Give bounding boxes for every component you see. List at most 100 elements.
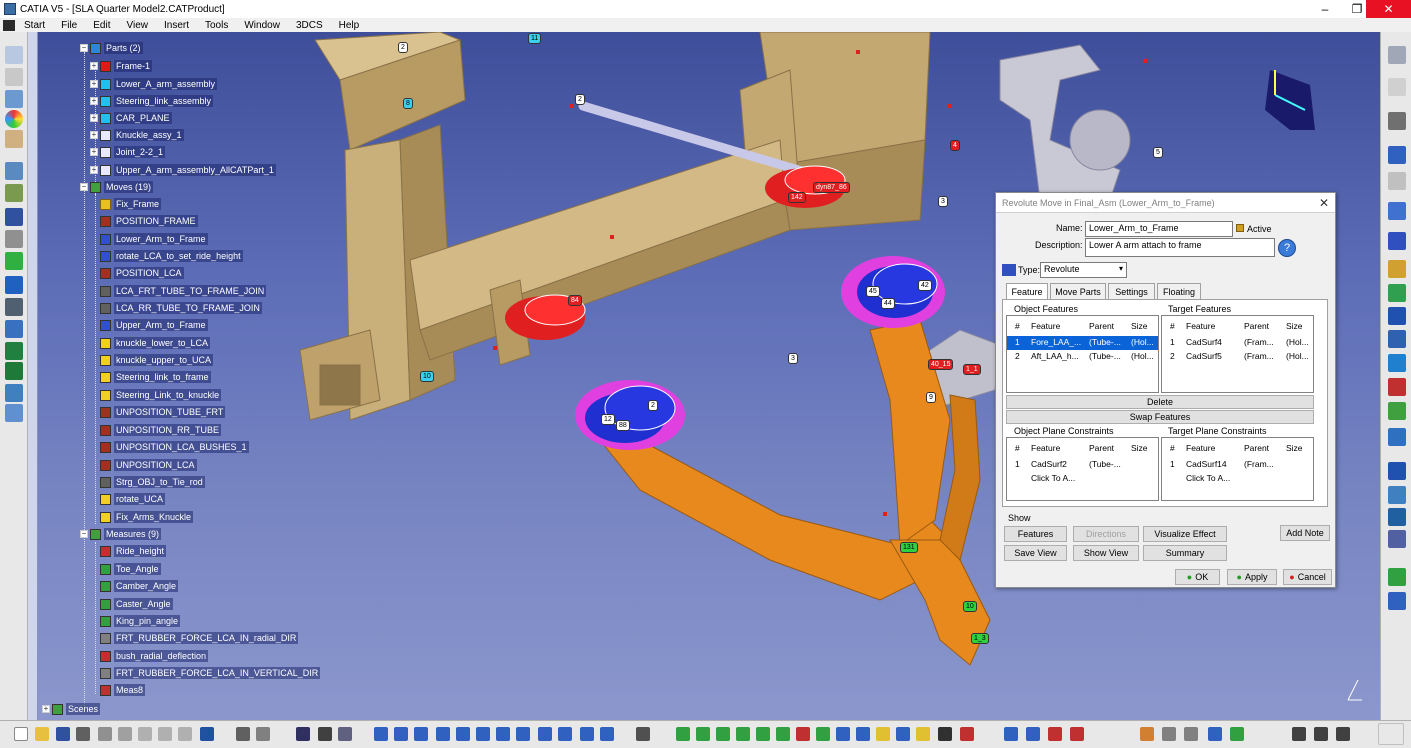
redo-icon[interactable] [178,727,192,741]
tree-tool-icon[interactable] [1388,402,1406,420]
list-row[interactable]: 2 Aft_LAA_h... (Tube-... (Hol... [1007,350,1158,364]
print-icon[interactable] [76,727,90,741]
sensor-icon[interactable] [636,727,650,741]
list-row[interactable]: 1 CadSurf2 (Tube-... [1007,458,1158,472]
pencil-icon[interactable] [1388,260,1406,278]
directions-button[interactable]: Directions [1073,526,1139,542]
tab-settings[interactable]: Settings [1108,283,1155,299]
3dcs-icon-g[interactable] [796,727,810,741]
product-icon[interactable] [5,90,23,108]
move-icon[interactable] [5,208,23,226]
tree-item-measure[interactable]: Toe_Angle [100,562,161,576]
collapse-toggle[interactable]: − [80,44,88,52]
tolerance-icon[interactable] [5,162,23,180]
iso-view-icon[interactable] [538,727,552,741]
annotation-tag[interactable]: 1_1 [963,364,981,375]
menu-file[interactable]: File [54,20,86,31]
tree-item-part[interactable]: + Steering_link_assembly [90,94,214,108]
expand-toggle[interactable]: + [90,131,98,139]
assembly-icon[interactable] [5,46,23,64]
annotation-tag[interactable]: 1_3 [971,633,989,644]
visualize-effect-button[interactable]: Visualize Effect [1143,526,1227,542]
object-features-list[interactable]: # Feature Parent Size 1 Fore_LAA_... (Tube-..… [1006,315,1159,393]
close-button[interactable]: ✕ [1366,0,1411,18]
annotation-tag[interactable]: 9 [926,392,936,403]
3dcs-icon-f[interactable] [776,727,790,741]
dialog-close-icon[interactable]: ✕ [1319,196,1329,210]
apply-button[interactable]: ● Apply [1227,569,1277,585]
ruler-icon[interactable] [5,298,23,316]
swap-features-button[interactable]: Swap Features [1006,410,1314,424]
macro-icon[interactable] [1292,727,1306,741]
network-icon[interactable] [5,404,23,422]
object-plane-list[interactable]: # Feature Parent Size 1 CadSurf2 (Tube-... Cl… [1006,437,1159,501]
list-row[interactable]: Click To A... [1007,472,1158,486]
tree-item-measure[interactable]: King_pin_angle [100,614,181,628]
vector-icon[interactable] [1388,354,1406,372]
minimize-button[interactable]: – [1310,0,1340,18]
3dcs-icon-e[interactable] [756,727,770,741]
chart-icon[interactable] [1388,508,1406,526]
3dcs-icon-i[interactable] [836,727,850,741]
part-icon[interactable] [5,130,23,148]
save-icon[interactable] [56,727,70,741]
tree-item-measure[interactable]: Caster_Angle [100,597,173,611]
camera-icon[interactable] [338,727,352,741]
annotation-tag[interactable]: 3 [938,196,948,207]
tab-move-parts[interactable]: Move Parts [1050,283,1106,299]
fly-icon[interactable] [374,727,388,741]
compass-icon[interactable] [1388,112,1406,130]
tree-node-moves[interactable]: − Moves (19) [80,180,154,194]
description-field[interactable]: Lower A arm attach to frame [1085,238,1275,257]
gear-icon[interactable] [1162,727,1176,741]
knowledge-icon[interactable] [1314,727,1328,741]
tree-item-move[interactable]: UNPOSITION_TUBE_FRT [100,405,226,419]
matrix-icon[interactable] [1388,530,1406,548]
annotation-tag[interactable]: 40_15 [928,359,954,370]
collapse-toggle[interactable]: − [80,183,88,191]
3dcs-icon-k[interactable] [876,727,890,741]
tree-node-scenes[interactable]: + Scenes [42,702,101,716]
tree-item-move[interactable]: Steering_Link_to_knuckle [100,388,222,402]
annotation-tag[interactable]: 5 [1153,147,1163,158]
measure-tool-icon[interactable] [1004,727,1018,741]
ok-button[interactable]: ● OK [1175,569,1220,585]
expand-toggle[interactable]: + [90,114,98,122]
menu-edit[interactable]: Edit [86,20,119,31]
menu-start[interactable]: Start [17,20,54,31]
material-icon[interactable] [1140,727,1154,741]
target-plane-list[interactable]: # Feature Parent Size 1 CadSurf14 (Fram... Cl… [1161,437,1314,501]
3dcs-icon-c[interactable] [716,727,730,741]
tree-item-part[interactable]: + Knuckle_assy_1 [90,128,184,142]
tree-item-move[interactable]: knuckle_upper_to_UCA [100,353,214,367]
tree-item-measure[interactable]: Camber_Angle [100,579,179,593]
delete-button[interactable]: Delete [1006,395,1314,409]
annotation-tag[interactable]: 84 [568,295,582,306]
annotation-tag[interactable]: dyn87_86 [813,182,850,193]
add-note-button[interactable]: Add Note [1280,525,1330,541]
tree-item-move[interactable]: UNPOSITION_LCA [100,458,197,472]
normal-view-icon[interactable] [496,727,510,741]
tree-item-move[interactable]: rotate_UCA [100,492,166,506]
annotation-tag[interactable]: 2 [648,400,658,411]
tree-item-move[interactable]: Lower_Arm_to_Frame [100,232,208,246]
layer-icon[interactable] [1208,727,1222,741]
tree-item-measure[interactable]: FRT_RUBBER_FORCE_LCA_IN_radial_DIR [100,631,299,645]
name-field[interactable]: Lower_Arm_to_Frame [1085,221,1233,237]
tree-item-move[interactable]: rotate_LCA_to_set_ride_height [100,249,243,263]
tree-item-move[interactable]: UNPOSITION_RR_TUBE [100,423,222,437]
active-checkbox[interactable] [1236,224,1244,232]
select-arrow-icon[interactable] [1388,78,1406,96]
rotate-tool-icon[interactable] [1388,232,1406,250]
tree-item-move[interactable]: Fix_Arms_Knuckle [100,510,194,524]
list-row[interactable]: Click To A... [1162,472,1313,486]
annotation-tag[interactable]: 88 [616,420,630,431]
tree-item-part[interactable]: + Upper_A_arm_assembly_AllCATPart_1 [90,163,276,177]
shape-icon[interactable] [1388,568,1406,586]
rotate-view-icon[interactable] [436,727,450,741]
tree-item-measure[interactable]: bush_radial_deflection [100,649,209,663]
constraint-icon[interactable] [5,184,23,202]
filter-icon[interactable] [1230,727,1244,741]
tool-icon[interactable] [1336,727,1350,741]
tree-node-measures[interactable]: − Measures (9) [80,527,162,541]
